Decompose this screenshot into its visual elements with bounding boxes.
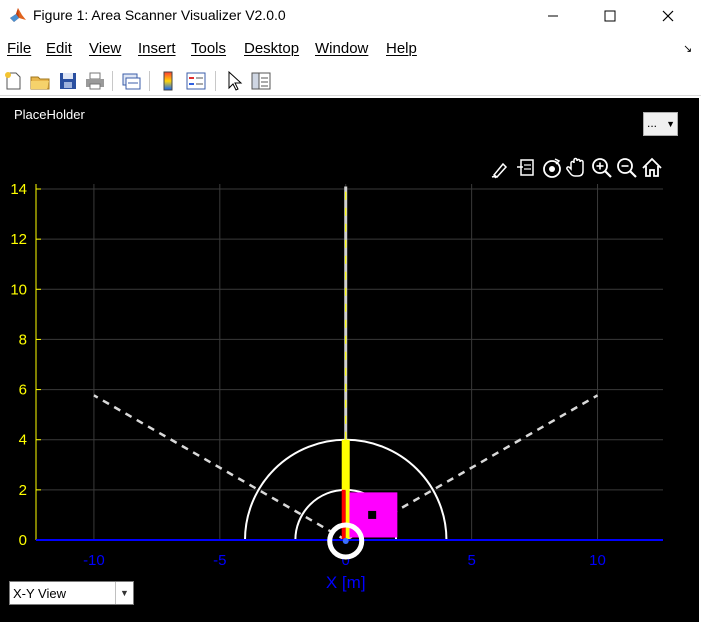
object-center-marker <box>368 510 377 519</box>
window-title: Figure 1: Area Scanner Visualizer V2.0.0 <box>33 7 286 23</box>
y-tick-label: 2 <box>19 482 27 499</box>
menu-desktop[interactable]: Desktop <box>244 40 299 57</box>
pan-icon[interactable] <box>565 155 589 181</box>
close-button[interactable] <box>645 0 691 32</box>
menu-help[interactable]: Help <box>386 40 417 57</box>
title-bar: Figure 1: Area Scanner Visualizer V2.0.0 <box>0 0 701 32</box>
toolbar-separator <box>112 71 113 91</box>
y-tick-label: 4 <box>19 432 27 449</box>
beam-mid-segment <box>341 439 350 490</box>
view-mode-select[interactable]: X-Y View ▼ <box>9 581 134 605</box>
view-mode-value: X-Y View <box>13 586 66 601</box>
menu-insert[interactable]: Insert <box>138 40 176 57</box>
matlab-icon <box>10 8 26 22</box>
toolbar <box>0 66 701 96</box>
data-tips-icon[interactable] <box>515 155 539 181</box>
maximize-button[interactable] <box>587 0 633 32</box>
x-tick-label: 5 <box>467 552 475 569</box>
chevron-down-icon: ▼ <box>115 582 133 604</box>
dock-arrow-icon[interactable]: ↘ <box>683 42 692 55</box>
home-icon[interactable] <box>640 155 664 181</box>
x-axis-label: X [m] <box>326 573 366 592</box>
y-tick-label: 14 <box>10 181 27 198</box>
legend-icon[interactable] <box>185 70 207 92</box>
sensor-origin <box>342 538 349 544</box>
beam-near-edge <box>345 489 350 540</box>
maximize-icon <box>604 10 616 22</box>
zoom-out-icon[interactable] <box>615 155 639 181</box>
y-tick-label: 6 <box>19 382 27 399</box>
x-tick-label: -10 <box>83 552 105 569</box>
close-icon <box>662 10 674 22</box>
new-figure-icon[interactable] <box>2 70 24 92</box>
open-file-icon[interactable] <box>29 70 51 92</box>
menu-bar: File Edit View Insert Tools Desktop Wind… <box>0 36 701 62</box>
toolbar-separator <box>149 71 150 91</box>
y-tick-label: 10 <box>10 281 27 298</box>
menu-file[interactable]: File <box>7 40 31 57</box>
x-tick-label: 10 <box>589 552 606 569</box>
menu-tools[interactable]: Tools <box>191 40 226 57</box>
link-plot-icon[interactable] <box>120 70 142 92</box>
y-tick-label: 8 <box>19 331 27 348</box>
toolbar-separator <box>215 71 216 91</box>
print-icon[interactable] <box>84 70 106 92</box>
brush-icon[interactable] <box>490 155 514 181</box>
menu-view[interactable]: View <box>89 40 121 57</box>
property-inspector-icon[interactable] <box>250 70 272 92</box>
beam-near-segment <box>341 489 346 540</box>
minimize-button[interactable] <box>530 0 576 32</box>
menu-edit[interactable]: Edit <box>46 40 72 57</box>
pointer-icon[interactable] <box>223 70 245 92</box>
y-tick-label: 12 <box>10 231 27 248</box>
x-tick-label: -5 <box>213 552 226 569</box>
save-icon[interactable] <box>57 70 79 92</box>
rotate-icon[interactable] <box>540 155 564 181</box>
y-tick-label: 0 <box>19 532 27 549</box>
menu-window[interactable]: Window <box>315 40 368 57</box>
minimize-icon <box>548 15 558 17</box>
zoom-in-icon[interactable] <box>590 155 614 181</box>
colorbar-icon[interactable] <box>157 70 179 92</box>
